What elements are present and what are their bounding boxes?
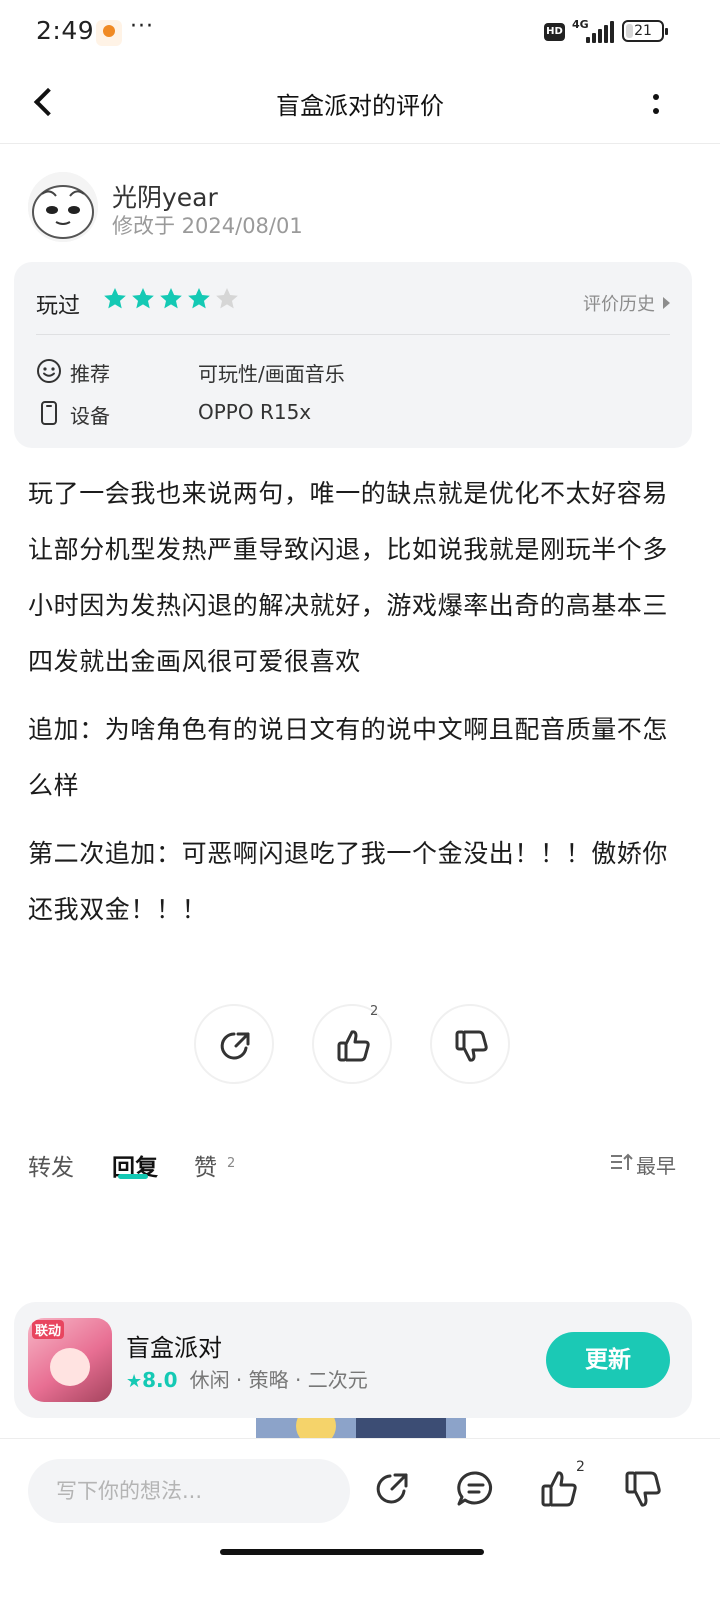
- like-count: 2: [370, 1004, 379, 1019]
- review-paragraph: 玩了一会我也来说两句，唯一的缺点就是优化不太好容易让部分机型发热严重导致闪退，比…: [28, 479, 669, 676]
- phone-icon: [41, 401, 57, 425]
- bottom-share-button[interactable]: [370, 1467, 414, 1511]
- sort-icon[interactable]: [610, 1153, 634, 1173]
- comment-icon: [457, 1471, 492, 1506]
- dislike-button[interactable]: [430, 1004, 510, 1084]
- battery-icon: 21: [622, 20, 668, 42]
- more-options-button[interactable]: [640, 84, 672, 124]
- star-filled-icon: [160, 287, 182, 309]
- share-icon: [220, 1032, 250, 1060]
- rating-card: 玩过 评价历史 推荐 可玩性/画面音乐 设备 OPPO R15x: [14, 262, 692, 448]
- review-second-addendum: 第二次追加：可恶啊闪退吃了我一个金没出！！！傲娇你还我双金！！！: [28, 839, 669, 924]
- star-icon: ★: [126, 1371, 143, 1392]
- status-more-indicator: ···: [130, 14, 154, 39]
- avatar[interactable]: [28, 172, 98, 242]
- game-tags: 休闲 · 策略 · 二次元: [189, 1368, 368, 1392]
- edit-timestamp: 修改于 2024/08/01: [112, 214, 303, 238]
- status-bar: 2:49 ··· HD 4G 21: [0, 0, 720, 64]
- page-title: 盲盒派对的评价: [276, 92, 444, 120]
- bottom-like-count: 2: [576, 1459, 585, 1475]
- battery-level: [626, 24, 634, 38]
- device-label: 设备: [70, 404, 110, 428]
- game-meta: ★8.0 休闲 · 策略 · 二次元: [126, 1364, 368, 1393]
- collab-tag: 联动: [32, 1320, 65, 1339]
- divider: [36, 334, 670, 335]
- tab-likes[interactable]: 赞: [194, 1148, 217, 1182]
- played-label: 玩过: [36, 294, 81, 319]
- tab-forward[interactable]: 转发: [28, 1148, 74, 1182]
- rating-history-link[interactable]: 评价历史: [583, 290, 670, 316]
- device-value: OPPO R15x: [198, 400, 312, 424]
- star-filled-icon: [104, 287, 126, 309]
- signal-icon: [586, 21, 614, 43]
- thumbs-up-icon: [337, 1030, 370, 1062]
- home-indicator: [220, 1549, 484, 1555]
- status-time: 2:49: [36, 16, 95, 45]
- recommend-label: 推荐: [70, 362, 110, 386]
- character-face: [50, 1348, 90, 1386]
- sort-order-label[interactable]: 最早: [636, 1150, 676, 1179]
- avatar-image: [28, 172, 98, 242]
- chevron-right-icon: [663, 297, 670, 309]
- game-score: 8.0: [142, 1368, 178, 1392]
- bottom-dislike-button[interactable]: [622, 1467, 666, 1511]
- star-filled-icon: [188, 287, 210, 309]
- update-button[interactable]: 更新: [546, 1332, 670, 1388]
- author-name[interactable]: 光阴year: [112, 178, 218, 214]
- bottom-comment-button[interactable]: [454, 1467, 498, 1511]
- smile-icon: [37, 359, 61, 383]
- comment-input[interactable]: [28, 1459, 350, 1523]
- active-tab-indicator: [118, 1174, 148, 1179]
- notification-app-icon: [96, 20, 122, 46]
- bottom-bar: 2: [0, 1438, 720, 1601]
- game-name[interactable]: 盲盒派对: [126, 1328, 222, 1363]
- tab-likes-count: 2: [227, 1156, 236, 1171]
- thumbs-down-icon: [455, 1030, 488, 1062]
- hd-icon: HD: [544, 23, 565, 41]
- star-empty-icon: [216, 287, 238, 309]
- star-filled-icon: [132, 287, 154, 309]
- recommend-value: 可玩性/画面音乐: [198, 362, 345, 386]
- game-card[interactable]: 联动 盲盒派对 ★8.0 休闲 · 策略 · 二次元 更新: [14, 1302, 692, 1418]
- thumbs-down-icon: [625, 1471, 661, 1507]
- review-addendum: 追加：为啥角色有的说日文有的说中文啊且配音质量不怎么样: [28, 715, 669, 800]
- battery-percent: 21: [634, 23, 652, 39]
- share-icon: [376, 1473, 408, 1504]
- like-button[interactable]: [312, 1004, 392, 1084]
- rating-history-label: 评价历史: [583, 294, 655, 315]
- top-nav: 盲盒派对的评价: [0, 64, 720, 144]
- share-button[interactable]: [194, 1004, 274, 1084]
- review-body: 玩了一会我也来说两句，唯一的缺点就是优化不太好容易让部分机型发热严重导致闪退，比…: [28, 466, 678, 950]
- game-icon[interactable]: 联动: [28, 1318, 112, 1402]
